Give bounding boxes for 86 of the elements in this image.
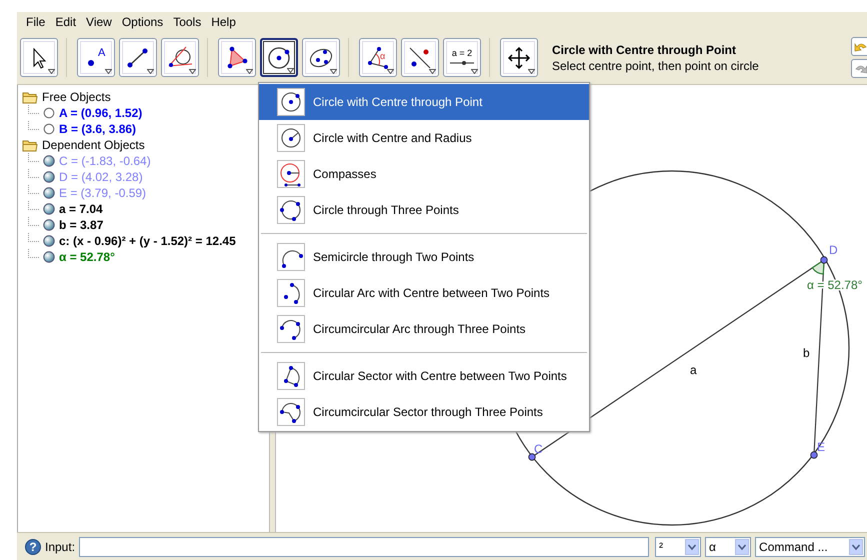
ball-icon[interactable] [43,203,55,215]
undo-icon [854,40,867,52]
ball-icon[interactable] [43,155,55,167]
dropdown-field[interactable]: Command ... [755,536,866,556]
menu-item[interactable]: File [21,14,50,28]
menu-option[interactable]: Circular Arc with Centre between Two Points [259,275,589,311]
hollow-circle-icon[interactable] [43,107,55,119]
tool-button[interactable]: a = 2 [443,38,481,77]
folder-label[interactable]: Dependent Objects [42,138,145,152]
redo-icon [854,62,867,74]
tool-button[interactable] [161,38,199,77]
tool-icon [277,279,305,307]
tool-icon [277,243,305,271]
tool-icon [277,362,305,390]
folder-icon [22,90,38,104]
ball-icon[interactable] [43,219,55,231]
caret-icon [246,69,253,74]
menu-item[interactable]: Help [206,14,241,28]
tool-icon [277,124,305,152]
caret-icon [330,69,337,74]
caret-icon [48,69,55,74]
folder-icon [22,138,38,152]
input-label: Input: [45,540,76,554]
caret-icon [528,69,535,74]
object-entry[interactable]: B = (3.6, 3.86) [59,122,136,136]
tool-icon [277,88,305,116]
tool-title: Circle with Centre through Point [552,42,738,56]
caret-icon [105,69,112,74]
tool-icon [277,160,305,188]
tool-button[interactable] [218,38,256,77]
menu-option[interactable]: Circumcircular Arc through Three Points [259,311,589,347]
menu-option[interactable]: Circle with Centre through Point [259,84,589,120]
hollow-circle-icon[interactable] [43,123,55,135]
menu-option[interactable]: Circle through Three Points [259,192,589,228]
dropdown-field[interactable]: ² [655,536,702,556]
tool-button[interactable] [302,38,340,77]
tool-button[interactable] [500,38,538,77]
tool-hint: Select centre point, then point on circle [552,58,760,72]
object-entry[interactable]: c: (x - 0.96)² + (y - 1.52)² = 12.45 [59,234,236,248]
menu-option[interactable]: Compasses [259,156,589,192]
point-label: D [829,243,838,257]
tool-icon [277,315,305,343]
redo-button[interactable] [851,59,867,78]
object-entry[interactable]: a = 7.04 [59,202,103,216]
help-button[interactable]: ? [25,538,41,554]
tool-icon [277,398,305,426]
caret-icon [429,69,436,74]
tool-button[interactable] [20,38,58,77]
segment-label: b [803,346,810,360]
object-entry[interactable]: A = (0.96, 1.52) [59,106,142,120]
menu-item[interactable]: Edit [50,14,82,28]
tool-button[interactable] [401,38,439,77]
point-dot [810,451,818,459]
undo-button[interactable] [851,37,867,56]
menu-item[interactable]: Tools [168,14,206,28]
segment-label: a [690,363,697,377]
menu-option[interactable]: Circle with Centre and Radius [259,120,589,156]
tool-button[interactable] [119,38,157,77]
caret-icon [471,69,478,74]
ball-icon[interactable] [43,171,55,183]
menu-item[interactable]: Options [116,14,168,28]
point-label: C [534,442,543,456]
point-dot [528,453,536,461]
angle-sector [812,259,825,275]
folder-label[interactable]: Free Objects [42,90,111,104]
caret-icon [287,68,294,73]
caret-icon [189,69,196,74]
ball-icon[interactable] [43,187,55,199]
dropdown-field[interactable]: α [705,536,752,556]
tool-icon [277,196,305,224]
object-entry[interactable]: b = 3.87 [59,218,104,232]
ball-icon[interactable] [43,251,55,263]
point-dot [820,256,828,264]
tool-button[interactable] [260,38,298,77]
caret-icon [387,69,394,74]
point-label: E [817,440,826,454]
menu-item[interactable]: View [81,14,117,28]
menu-option[interactable]: Semicircle through Two Points [259,239,589,275]
ball-icon[interactable] [43,235,55,247]
tool-button[interactable]: A [77,38,115,77]
menu-option[interactable]: Circular Sector with Centre between Two Points [259,358,589,394]
input-field[interactable] [79,536,650,556]
menu-option[interactable]: Circumcircular Sector through Three Points [259,394,589,430]
object-entry[interactable]: α = 52.78° [59,250,115,264]
tool-button[interactable]: α [359,38,397,77]
caret-icon [147,69,154,74]
